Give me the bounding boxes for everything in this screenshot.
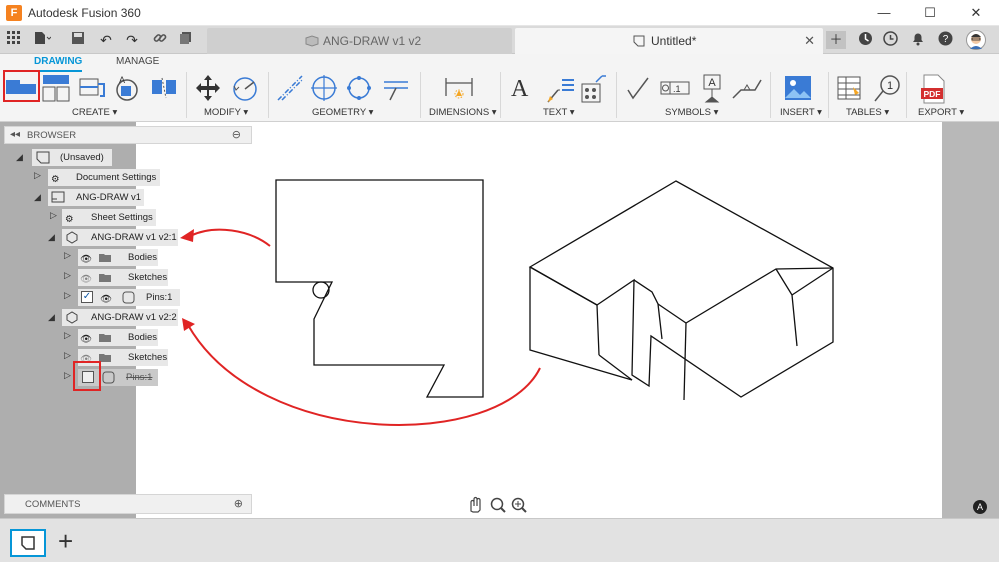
sheet-bar: + xyxy=(0,518,999,562)
expand-triangle-icon[interactable]: ◢ xyxy=(34,192,41,203)
tree-row-bodies[interactable]: 👁 Bodies xyxy=(78,249,158,266)
tree-label: Bodies xyxy=(128,252,158,263)
zoom-window-icon xyxy=(490,497,506,513)
folder-icon xyxy=(98,251,112,264)
tree-label: Sketches xyxy=(128,352,168,363)
expand-arrow-icon[interactable]: ▷ xyxy=(34,170,41,181)
comments-title: COMMENTS xyxy=(25,499,81,510)
expand-arrow-icon[interactable]: ▷ xyxy=(64,330,71,341)
browser-title: BROWSER xyxy=(27,130,77,141)
pin-hole-circle xyxy=(312,281,330,299)
eye-icon[interactable]: 👁 xyxy=(80,331,94,345)
tree-label: ANG-DRAW v1 v2:1 xyxy=(91,232,177,243)
tree-row-bodies-2[interactable]: 👁 Bodies xyxy=(78,329,158,346)
eye-icon[interactable]: 👁 xyxy=(80,251,94,265)
expand-arrow-icon[interactable]: ▷ xyxy=(64,370,71,381)
eye-icon[interactable]: 👁 xyxy=(100,291,114,305)
zoom-icon xyxy=(511,497,527,513)
expand-arrow-icon[interactable]: ▷ xyxy=(64,270,71,281)
expand-triangle-icon[interactable]: ◢ xyxy=(48,312,55,323)
tree-row-document-settings[interactable]: ⚙ Document Settings xyxy=(48,169,160,186)
expand-arrow-icon[interactable]: ▷ xyxy=(50,210,57,221)
projected-view-2d xyxy=(275,179,484,398)
tree-label: ANG-DRAW v1 v2:2 xyxy=(91,312,177,323)
tree-label: Pins:1 xyxy=(146,292,173,303)
pan-icon xyxy=(470,496,481,513)
browser-minus-icon[interactable]: ⊖ xyxy=(232,128,241,141)
gear-icon: ⚙ xyxy=(51,174,60,185)
tree-row-sheet-settings[interactable]: ⚙ Sheet Settings xyxy=(62,209,156,226)
sheet-thumbnail[interactable] xyxy=(10,529,46,557)
drawing-view-icon xyxy=(65,231,79,244)
tree-label: Bodies xyxy=(128,332,158,343)
expand-arrow-icon[interactable]: ▷ xyxy=(64,290,71,301)
expand-arrow-icon[interactable]: ▷ xyxy=(64,350,71,361)
drawing-node-icon xyxy=(36,151,50,164)
browser-header[interactable]: ◂◂ BROWSER ⊖ xyxy=(4,126,252,144)
annotation-arrows xyxy=(187,228,541,426)
add-sheet-button[interactable]: + xyxy=(58,527,73,555)
folder-icon xyxy=(98,271,112,284)
body-icon xyxy=(122,291,136,304)
collapse-panel-icon[interactable]: ◂◂ xyxy=(10,129,20,140)
autodesk-badge-icon[interactable]: A xyxy=(973,500,987,514)
tree-row-sketches[interactable]: 👁 Sketches xyxy=(78,269,168,286)
tree-row-unsaved[interactable]: (Unsaved) xyxy=(32,149,112,166)
browser-panel: ◂◂ BROWSER ⊖ (Unsaved) ◢ ▷ ⚙ Document Se… xyxy=(0,122,252,518)
tree-label: Pins:1 xyxy=(126,372,153,383)
folder-icon xyxy=(98,331,112,344)
body-icon xyxy=(102,371,116,384)
add-comment-icon[interactable]: ⊕ xyxy=(234,497,243,510)
navigation-bar xyxy=(465,496,535,516)
checkbox-highlight xyxy=(73,361,101,391)
tree-label: Sheet Settings xyxy=(91,212,153,223)
tree-row-pins-1[interactable]: ✓ 👁 Pins:1 xyxy=(78,289,180,306)
gear-icon: ⚙ xyxy=(65,214,74,225)
sheet-icon xyxy=(51,191,65,204)
tree-row-ang-draw-v1[interactable]: ANG-DRAW v1 xyxy=(48,189,144,206)
eye-hidden-icon[interactable]: 👁 xyxy=(80,271,94,285)
expand-triangle-icon[interactable]: ◢ xyxy=(16,152,23,163)
drawing-view-icon xyxy=(65,311,79,324)
tree-row-view-2[interactable]: ANG-DRAW v1 v2:2 xyxy=(62,309,178,326)
tree-label: Sketches xyxy=(128,272,168,283)
tree-label: Document Settings xyxy=(76,172,157,183)
tree-label: ANG-DRAW v1 xyxy=(76,192,142,203)
isometric-view xyxy=(528,180,834,401)
tree-label: (Unsaved) xyxy=(60,152,104,163)
expand-triangle-icon[interactable]: ◢ xyxy=(48,232,55,243)
expand-arrow-icon[interactable]: ▷ xyxy=(64,250,71,261)
checkbox-checked-icon[interactable]: ✓ xyxy=(81,291,93,303)
tree-row-view-1[interactable]: ANG-DRAW v1 v2:1 xyxy=(62,229,178,246)
comments-panel[interactable]: COMMENTS ⊕ xyxy=(4,494,252,514)
